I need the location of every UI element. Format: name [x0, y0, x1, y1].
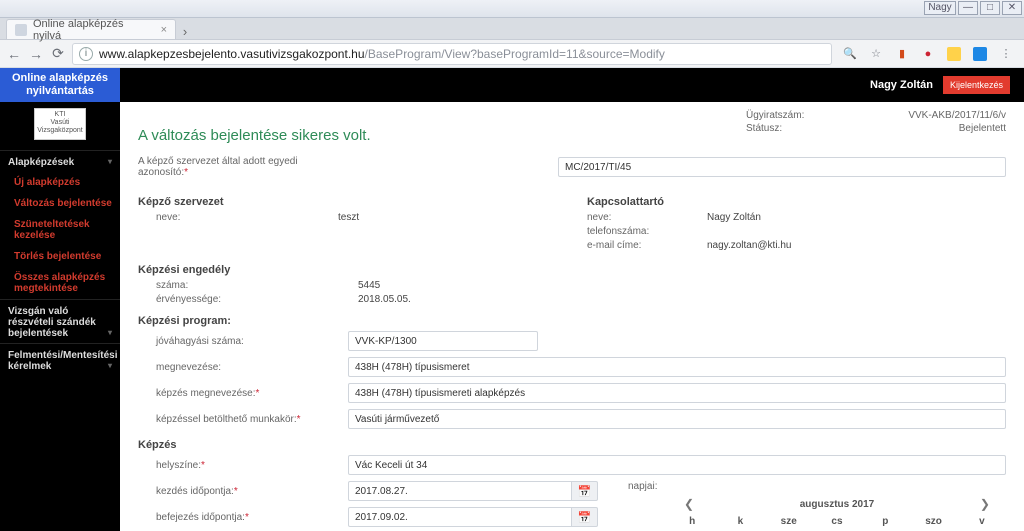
kapcs-neve-label: neve:	[587, 212, 707, 223]
sidebar-group-felmentes[interactable]: Felmentési/Mentesítési kérelmek▾	[0, 343, 120, 376]
hely-label: helyszíne:	[138, 460, 348, 471]
ugyiratszam-label: Ügyiratszám:	[746, 110, 804, 121]
ext4-icon[interactable]	[972, 46, 988, 62]
jova-input[interactable]	[348, 331, 538, 351]
ugyiratszam-value: VVK-AKB/2017/11/6/v	[908, 110, 1006, 121]
program-title: Képzési program:	[138, 315, 1006, 327]
tab-close-icon[interactable]: ×	[161, 24, 167, 36]
app-brand[interactable]: Online alapképzés nyilvántartás	[0, 68, 120, 102]
szervezet-neve-value: teszt	[338, 212, 359, 223]
kapcs-neve-value: Nagy Zoltán	[707, 212, 761, 223]
calendar: ❮ augusztus 2017 ❯ hkszecspszov 31123456…	[668, 495, 1006, 531]
befejezes-label: befejezés időpontja:	[138, 512, 348, 523]
egyedi-azonosito-input[interactable]	[558, 157, 1006, 177]
sidebar-group-alapkepzesek[interactable]: Alapképzések▾	[0, 150, 120, 172]
site-info-icon[interactable]: i	[79, 47, 93, 61]
eng-erv-value: 2018.05.05.	[358, 294, 411, 305]
window-close-button[interactable]: ✕	[1002, 1, 1022, 15]
main-content: Ügyiratszám: VVK-AKB/2017/11/6/v A válto…	[120, 102, 1024, 531]
kezdes-calendar-icon[interactable]: 📅	[572, 481, 598, 501]
engedely-title: Képzési engedély	[138, 264, 1006, 276]
reload-button[interactable]: ⟳	[50, 46, 66, 62]
cal-dow: h	[668, 513, 716, 530]
tab-title: Online alapképzés nyilvá	[33, 18, 155, 42]
kepzes-megn-input[interactable]	[348, 383, 1006, 403]
menu-icon[interactable]: ⋮	[998, 46, 1014, 62]
munkakor-input[interactable]	[348, 409, 1006, 429]
befejezes-calendar-icon[interactable]: 📅	[572, 507, 598, 527]
szervezet-title: Képző szervezet	[138, 196, 557, 208]
url-text: www.alapkepzesbejelento.vasutivizsgakozp…	[99, 47, 665, 61]
favicon-icon	[15, 24, 27, 36]
header-user: Nagy Zoltán	[870, 79, 933, 91]
szervezet-neve-label: neve:	[138, 212, 258, 223]
egyedi-azonosito-label: A képző szervezet által adott egyedi azo…	[138, 156, 348, 178]
statusz-label: Státusz:	[746, 123, 782, 154]
cal-dow: cs	[813, 513, 861, 530]
cal-dow: szo	[909, 513, 957, 530]
megn-input[interactable]	[348, 357, 1006, 377]
sidebar-item-torles[interactable]: Törlés bejelentése	[0, 246, 120, 267]
sidebar-item-uj-alapkepzes[interactable]: Új alapképzés	[0, 172, 120, 193]
office-extension-icon[interactable]: ▮	[894, 46, 910, 62]
sidebar: KTIVasútiVizsgaközpont Alapképzések▾ Új …	[0, 102, 120, 531]
eng-szama-label: száma:	[138, 280, 258, 291]
sidebar-logo[interactable]: KTIVasútiVizsgaközpont	[0, 102, 120, 150]
kapcsolat-title: Kapcsolattartó	[587, 196, 1006, 208]
browser-toolbar: ← → ⟳ i www.alapkepzesbejelento.vasutivi…	[0, 40, 1024, 68]
sidebar-item-szunet[interactable]: Szüneteltetések kezelése	[0, 214, 120, 246]
success-title: A változás bejelentése sikeres volt.	[138, 127, 371, 144]
search-icon[interactable]: 🔍	[842, 46, 858, 62]
hely-input[interactable]	[348, 455, 1006, 475]
kepzes-megn-label: képzés megnevezése:	[138, 388, 348, 399]
cal-prev-button[interactable]: ❮	[678, 497, 700, 511]
browser-tab[interactable]: Online alapképzés nyilvá ×	[6, 19, 176, 39]
cal-dow: p	[861, 513, 909, 530]
window-user-button[interactable]: Nagy	[924, 1, 956, 15]
eng-erv-label: érvényessége:	[138, 294, 258, 305]
jova-label: jóváhagyási száma:	[138, 336, 348, 347]
cal-next-button[interactable]: ❯	[974, 497, 996, 511]
kapcs-tel-label: telefonszáma:	[587, 226, 707, 237]
window-titlebar: Nagy — □ ✕	[0, 0, 1024, 18]
sidebar-item-osszes[interactable]: Összes alapképzés megtekintése	[0, 267, 120, 299]
logout-button[interactable]: Kijelentkezés	[943, 76, 1010, 94]
address-bar[interactable]: i www.alapkepzesbejelento.vasutivizsgako…	[72, 43, 832, 65]
back-button[interactable]: ←	[6, 46, 22, 62]
cal-title: augusztus 2017	[800, 499, 874, 510]
sidebar-group-vizsga[interactable]: Vizsgán való részvételi szándék bejelent…	[0, 299, 120, 343]
megn-label: megnevezése:	[138, 362, 348, 373]
window-max-button[interactable]: □	[980, 1, 1000, 15]
kezdes-label: kezdés időpontja:	[138, 486, 348, 497]
munkakor-label: képzéssel betölthető munkakör:	[138, 414, 348, 425]
forward-button[interactable]: →	[28, 46, 44, 62]
eng-szama-value: 5445	[358, 280, 380, 291]
napjai-label: napjai:	[628, 481, 748, 492]
adblock-extension-icon[interactable]: ●	[920, 46, 936, 62]
befejezes-input[interactable]	[348, 507, 572, 527]
kezdes-input[interactable]	[348, 481, 572, 501]
new-tab-button[interactable]: ›	[176, 24, 194, 39]
statusz-value: Bejelentett	[959, 123, 1006, 154]
star-icon[interactable]: ☆	[868, 46, 884, 62]
browser-tabstrip: Online alapképzés nyilvá × ›	[0, 18, 1024, 40]
kepzes-title: Képzés	[138, 439, 1006, 451]
cal-dow: k	[716, 513, 764, 530]
kapcs-email-value: nagy.zoltan@kti.hu	[707, 240, 791, 251]
kapcs-email-label: e-mail címe:	[587, 240, 707, 251]
cal-dow: sze	[765, 513, 813, 530]
sidebar-item-valtozas[interactable]: Változás bejelentése	[0, 193, 120, 214]
window-min-button[interactable]: —	[958, 1, 978, 15]
cal-dow: v	[958, 513, 1006, 530]
ext3-icon[interactable]	[946, 46, 962, 62]
app-header: Online alapképzés nyilvántartás Nagy Zol…	[0, 68, 1024, 102]
